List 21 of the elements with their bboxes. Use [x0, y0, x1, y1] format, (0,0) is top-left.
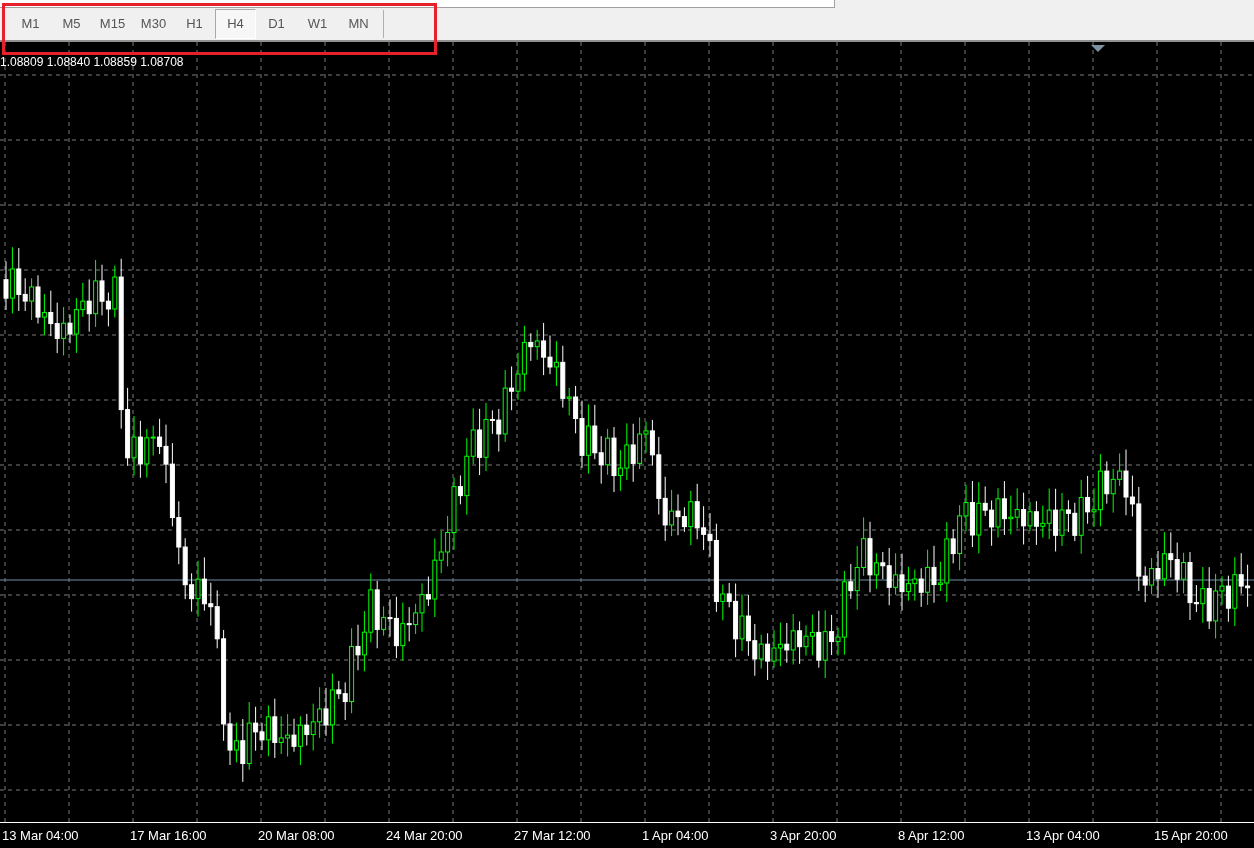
- time-label: 13 Apr 04:00: [1026, 827, 1101, 845]
- time-label: 15 Apr 20:00: [1154, 827, 1229, 845]
- ohlc-text: 1.08809 1.08840 1.08859 1.08708: [0, 56, 184, 68]
- time-label: 17 Mar 16:00: [130, 827, 208, 845]
- time-label: 3 Apr 20:00: [770, 827, 838, 845]
- time-label: 8 Apr 12:00: [898, 827, 966, 845]
- marker-icon: [1091, 45, 1105, 52]
- timeframe-button[interactable]: W1: [297, 9, 338, 39]
- timeframe-button[interactable]: M1: [10, 9, 51, 39]
- timeframe-button[interactable]: H1: [174, 9, 215, 39]
- timeframe-button[interactable]: MN: [338, 9, 379, 39]
- timeframe-button[interactable]: M30: [133, 9, 174, 39]
- timeframe-button[interactable]: H4: [215, 9, 256, 39]
- timeframe-button[interactable]: M5: [51, 9, 92, 39]
- timeframe-button[interactable]: M15: [92, 9, 133, 39]
- time-label: 13 Mar 04:00: [2, 827, 80, 845]
- time-label: 20 Mar 08:00: [258, 827, 336, 845]
- time-label: 24 Mar 20:00: [386, 827, 464, 845]
- timeframe-button[interactable]: D1: [256, 9, 297, 39]
- time-label: 1 Apr 04:00: [642, 827, 710, 845]
- time-label: 27 Mar 12:00: [514, 827, 592, 845]
